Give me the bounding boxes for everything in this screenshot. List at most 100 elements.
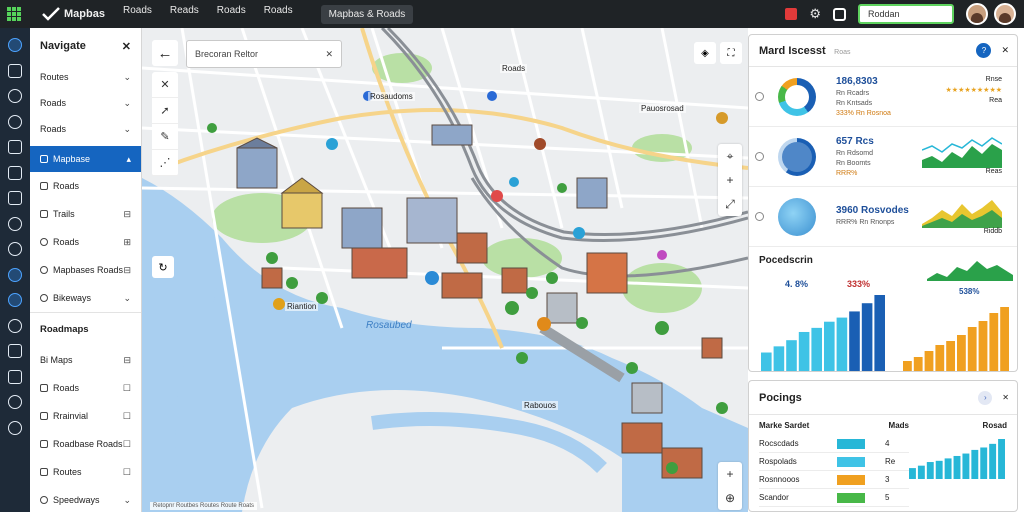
radio-button[interactable] xyxy=(755,212,764,221)
right-header: Rosad xyxy=(982,421,1007,430)
sub2-item[interactable]: Speedways ⌄ xyxy=(30,486,141,512)
checkbox[interactable]: ☐ xyxy=(123,439,131,450)
chart-bar xyxy=(824,321,835,371)
globe-icon[interactable] xyxy=(8,395,22,409)
draw-tool-icon[interactable]: ✎ xyxy=(152,124,178,150)
table-row[interactable]: Rospolads Re xyxy=(759,453,909,471)
close-icon[interactable]: ✕ xyxy=(1002,393,1009,402)
table-row[interactable]: Scandor 5 xyxy=(759,489,909,507)
row-metrics: 657 Rcs Rn Rdsomd Rn Boomts RRR% xyxy=(836,136,922,177)
clock-icon[interactable] xyxy=(8,216,22,231)
compass-icon[interactable] xyxy=(8,89,22,103)
camera-icon[interactable] xyxy=(833,7,846,21)
rotate-icon[interactable]: ↻ xyxy=(152,256,174,278)
chevron-down-icon: ⌄ xyxy=(123,71,131,82)
sub2-item[interactable]: Roadbase Roads ☐ xyxy=(30,430,141,458)
menu-item-2[interactable]: Reads xyxy=(170,5,199,24)
user-avatar-2[interactable] xyxy=(994,3,1016,25)
cross-tool-icon[interactable]: ✕ xyxy=(152,72,178,98)
chart-icon[interactable] xyxy=(8,165,22,180)
close-icon[interactable]: ✕ xyxy=(122,40,131,53)
map-canvas[interactable]: ← Brecoran Reltor ✕ ✕ ➚ ✎ ⋰ ↻ ◈ ⛶ ⌖ + ⤢ … xyxy=(142,28,748,512)
chart-bar xyxy=(926,462,934,479)
alert-icon[interactable] xyxy=(785,8,798,20)
sub2-item[interactable]: Rrainvial ☐ xyxy=(30,402,141,430)
insight-row[interactable]: 657 Rcs Rn Rdsomd Rn Boomts RRR% Reas xyxy=(749,127,1017,187)
sub-item-wrap: Trails xyxy=(40,209,75,219)
nav-item-mapbase[interactable]: Mapbase ▴ xyxy=(30,146,141,172)
table-row[interactable]: Rocscdads 4 xyxy=(759,435,909,453)
fullscreen-icon[interactable]: ⛶ xyxy=(720,42,742,64)
expand-icon[interactable]: › xyxy=(978,390,993,405)
locate-icon[interactable]: ⌖ xyxy=(718,144,742,168)
layers-icon[interactable] xyxy=(8,140,22,154)
insight-row[interactable]: 186,8303 Rn Rcadrs Rn Kntsads 333% Rn Ro… xyxy=(749,67,1017,127)
menu-item-4[interactable]: Roads xyxy=(264,5,293,24)
info-icon[interactable]: ? xyxy=(976,43,992,58)
toggle-icon[interactable]: ⊞ xyxy=(123,237,131,248)
apps-grid-icon[interactable] xyxy=(0,0,28,28)
bag-icon[interactable] xyxy=(8,344,22,358)
zoom-in-icon[interactable]: + xyxy=(718,462,742,486)
home-icon[interactable] xyxy=(8,369,22,384)
insight-row[interactable]: 3960 Rosvodes RRR% Rn Rnonps Riddb xyxy=(749,187,1017,247)
checkbox[interactable]: ☐ xyxy=(123,383,131,394)
sub-item-label: Mapbases Roads xyxy=(53,265,124,275)
sub-item-label: Trails xyxy=(53,209,75,219)
chart-icon[interactable] xyxy=(8,191,22,205)
top-search-input[interactable]: Roddan xyxy=(858,4,954,24)
map-label: Roads xyxy=(500,64,528,73)
app-logo[interactable]: Mapbas xyxy=(42,7,105,21)
row-value: 5 xyxy=(885,493,890,502)
toggle-icon[interactable]: ⊟ xyxy=(123,265,131,276)
sub2-item[interactable]: Bi Maps ⊟ xyxy=(30,346,141,374)
refresh-icon[interactable] xyxy=(8,242,22,256)
layers-icon[interactable]: ◈ xyxy=(694,42,716,64)
settings-icon[interactable] xyxy=(8,114,22,129)
close-icon[interactable]: ✕ xyxy=(325,49,333,60)
radio-button[interactable] xyxy=(755,92,764,101)
toggle-icon[interactable]: ⊟ xyxy=(123,355,131,366)
sub-item-mapbases-roads[interactable]: Mapbases Roads ⊟ xyxy=(30,256,141,284)
sub-item-roads[interactable]: Roads xyxy=(30,172,141,200)
table-row[interactable]: Rosnnooos 3 xyxy=(759,471,909,489)
toggle-icon[interactable]: ⊟ xyxy=(123,209,131,220)
check-icon[interactable] xyxy=(8,293,22,307)
checkbox[interactable]: ☐ xyxy=(123,411,131,422)
nav-item-roads-2[interactable]: Roads ⌄ xyxy=(30,116,141,142)
row-value: 3 xyxy=(885,475,890,484)
metric-line: Rn Rcadrs xyxy=(836,90,870,97)
cloud-icon[interactable] xyxy=(8,318,22,333)
settings-icon[interactable]: ⚙ xyxy=(809,6,821,22)
pointer-tool-icon[interactable]: ➚ xyxy=(152,98,178,124)
measure-tool-icon[interactable]: ⋰ xyxy=(152,150,178,176)
checkbox[interactable]: ☐ xyxy=(123,467,131,478)
menu-item-active[interactable]: Mapbas & Roads xyxy=(320,4,414,24)
sub-item-trails[interactable]: Trails ⊟ xyxy=(30,200,141,228)
close-icon[interactable]: ✕ xyxy=(1001,45,1009,56)
globe-icon[interactable] xyxy=(8,38,22,52)
fit-icon[interactable]: ⤢ xyxy=(718,192,742,216)
back-arrow-icon[interactable]: ← xyxy=(152,40,178,66)
nav-item-routes[interactable]: Routes ⌄ xyxy=(30,64,141,90)
nav-item-roads[interactable]: Roads ⌄ xyxy=(30,90,141,116)
map-icon[interactable] xyxy=(8,63,22,78)
menu-item-3[interactable]: Roads xyxy=(217,5,246,24)
chart-bar xyxy=(953,455,961,479)
radio-button[interactable] xyxy=(755,152,764,161)
recenter-icon[interactable]: ⊕ xyxy=(718,486,742,510)
map-search-input[interactable]: Brecoran Reltor ✕ xyxy=(186,40,342,68)
sub-item-roads-2[interactable]: Roads ⊞ xyxy=(30,228,141,256)
sub2-item[interactable]: Routes ☐ xyxy=(30,458,141,486)
hand-icon[interactable] xyxy=(8,267,22,282)
metric-big: 186,8303 xyxy=(836,76,878,87)
user-avatar-1[interactable] xyxy=(966,3,988,25)
sub-item-bikeways[interactable]: Bikeways ⌄ xyxy=(30,284,141,312)
zoom-in-icon[interactable]: + xyxy=(718,168,742,192)
settings-icon[interactable] xyxy=(8,420,22,435)
menu-item-1[interactable]: Roads xyxy=(123,5,152,24)
chevron-down-icon[interactable]: ⌄ xyxy=(123,293,131,304)
map-label: Pauosrosad xyxy=(639,104,686,113)
chevron-down-icon[interactable]: ⌄ xyxy=(123,495,131,506)
sub2-item[interactable]: Roads ☐ xyxy=(30,374,141,402)
